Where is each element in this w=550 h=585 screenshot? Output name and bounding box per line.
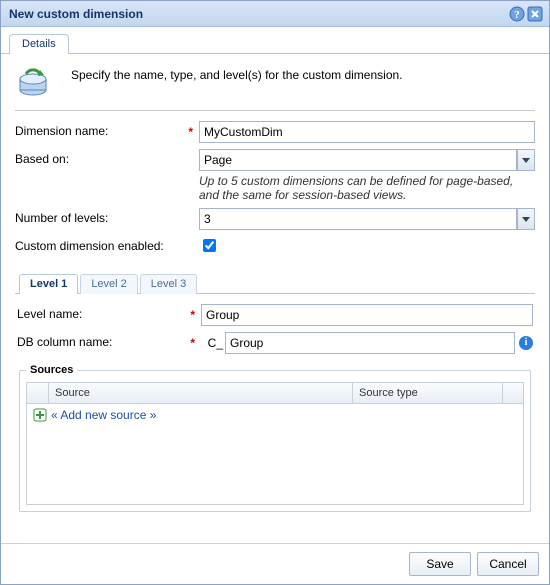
svg-text:?: ? xyxy=(514,9,520,21)
num-levels-select[interactable] xyxy=(199,208,535,230)
dialog-title: New custom dimension xyxy=(9,7,509,21)
level-tabstrip: Level 1 Level 2 Level 3 xyxy=(15,273,535,294)
chevron-down-icon[interactable] xyxy=(517,149,535,171)
tab-level-1[interactable]: Level 1 xyxy=(19,274,78,294)
required-star: * xyxy=(190,308,195,322)
required-star: * xyxy=(190,336,195,350)
col-source-type: Source type xyxy=(353,383,503,403)
enabled-checkbox[interactable] xyxy=(203,239,216,252)
tab-level-3[interactable]: Level 3 xyxy=(140,274,197,294)
col-source: Source xyxy=(49,383,353,403)
label-level-name: Level name: * xyxy=(17,304,201,321)
dialog-footer: Save Cancel xyxy=(1,543,549,584)
add-source-link[interactable]: « Add new source » xyxy=(51,408,156,422)
main-tabstrip: Details xyxy=(1,27,549,54)
titlebar: New custom dimension ? xyxy=(1,1,549,27)
sources-grid: Source Source type « Add xyxy=(26,382,524,505)
grid-body: « Add new source » xyxy=(27,404,523,504)
dimension-icon xyxy=(15,64,51,100)
info-icon[interactable]: i xyxy=(519,336,533,350)
db-column-input[interactable] xyxy=(225,332,515,354)
label-enabled: Custom dimension enabled: xyxy=(15,236,199,253)
chevron-down-icon[interactable] xyxy=(517,208,535,230)
col-expand xyxy=(27,383,49,403)
level-name-input[interactable] xyxy=(201,304,533,326)
sources-legend: Sources xyxy=(26,364,77,376)
tab-details[interactable]: Details xyxy=(9,34,69,54)
cancel-button[interactable]: Cancel xyxy=(477,552,539,576)
dialog-body: Specify the name, type, and level(s) for… xyxy=(1,54,549,543)
label-db-column: DB column name: * xyxy=(17,332,201,349)
tab-level-2[interactable]: Level 2 xyxy=(80,274,137,294)
based-on-select[interactable] xyxy=(199,149,535,171)
save-button[interactable]: Save xyxy=(409,552,471,576)
label-num-levels: Number of levels: xyxy=(15,208,199,225)
add-icon xyxy=(33,408,47,422)
db-prefix: C_ xyxy=(201,336,225,350)
based-on-hint: Up to 5 custom dimensions can be defined… xyxy=(199,174,535,202)
label-based-on: Based on: xyxy=(15,149,199,166)
dimension-name-input[interactable] xyxy=(199,121,535,143)
num-levels-value[interactable] xyxy=(199,208,517,230)
level-panel: Level name: * DB column name: * C_ i xyxy=(15,294,535,516)
based-on-value[interactable] xyxy=(199,149,517,171)
required-star: * xyxy=(188,125,193,139)
col-actions xyxy=(503,383,523,403)
sources-fieldset: Sources Source Source type xyxy=(19,364,531,512)
divider xyxy=(15,110,535,111)
add-source-row[interactable]: « Add new source » xyxy=(27,404,523,426)
grid-header: Source Source type xyxy=(27,383,523,404)
intro-text: Specify the name, type, and level(s) for… xyxy=(71,64,535,100)
help-icon[interactable]: ? xyxy=(509,6,525,22)
dialog: New custom dimension ? Details xyxy=(0,0,550,585)
label-dimension-name: Dimension name: * xyxy=(15,121,199,138)
close-icon[interactable] xyxy=(527,6,543,22)
